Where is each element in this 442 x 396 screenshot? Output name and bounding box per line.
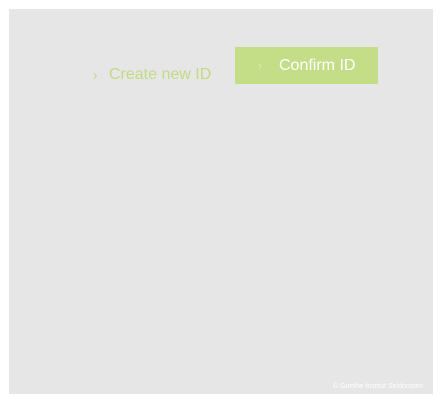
create-new-id-label: Create new ID [109, 66, 212, 83]
chevron-right-icon: › [257, 58, 263, 73]
confirm-id-label: Confirm ID [279, 56, 356, 74]
chevron-right-icon: › [92, 66, 98, 84]
id-panel: › Create new ID › Confirm ID © Goethe-In… [9, 9, 433, 394]
confirm-id-button[interactable]: › Confirm ID [235, 47, 378, 84]
copyright-notice: © Goethe-Institut Seldonsten [333, 383, 423, 390]
create-new-id-link[interactable]: › Create new ID [87, 56, 212, 94]
